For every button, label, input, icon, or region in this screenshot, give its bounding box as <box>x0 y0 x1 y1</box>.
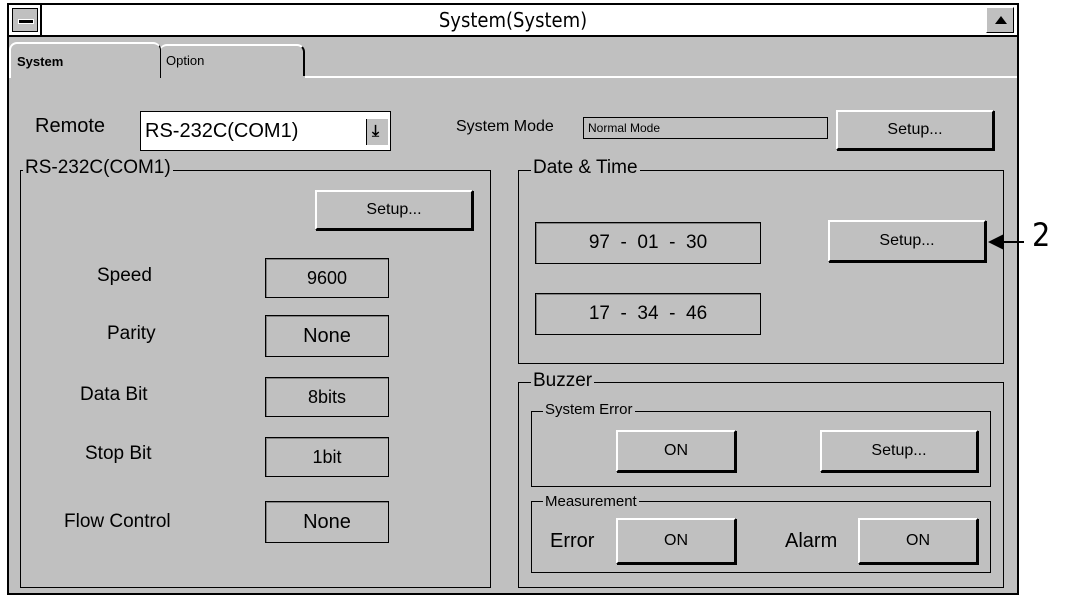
callout-arrow-icon <box>988 234 1004 250</box>
window-title: System(System) <box>438 8 588 32</box>
speed-field: 9600 <box>265 258 389 298</box>
datetime-setup-button[interactable]: Setup... <box>828 220 986 262</box>
speed-label: Speed <box>97 265 152 286</box>
measurement-title: Measurement <box>543 493 639 510</box>
system-mode-setup-button[interactable]: Setup... <box>836 110 994 150</box>
system-menu-button[interactable] <box>12 8 38 32</box>
rs232-group-title: RS-232C(COM1) <box>23 157 173 179</box>
datetime-group-title: Date & Time <box>531 157 640 179</box>
callout-label: 2 <box>1032 216 1051 254</box>
error-label: Error <box>550 530 595 552</box>
tab-option[interactable]: Option <box>159 44 305 76</box>
remote-label: Remote <box>35 115 106 137</box>
tab-strip-edge <box>305 76 1017 78</box>
margin <box>1021 0 1071 598</box>
rs232-setup-button[interactable]: Setup... <box>315 190 473 230</box>
system-error-on-button[interactable]: ON <box>616 430 736 472</box>
stop-bit-field: 1bit <box>265 437 389 477</box>
remote-dropdown-button[interactable]: ⤓ <box>366 119 388 145</box>
date-field: 97 - 01 - 30 <box>535 222 761 264</box>
parity-field: None <box>265 315 389 357</box>
system-mode-label: System Mode <box>456 118 554 135</box>
error-on-button[interactable]: ON <box>616 518 736 564</box>
alarm-on-button[interactable]: ON <box>858 518 978 564</box>
tab-system[interactable]: System <box>9 42 161 78</box>
system-error-setup-button[interactable]: Setup... <box>820 430 978 472</box>
alarm-label: Alarm <box>785 530 838 552</box>
data-bit-field: 8bits <box>265 377 389 417</box>
maximize-icon <box>995 16 1007 24</box>
system-error-title: System Error <box>543 401 635 418</box>
system-mode-field: Normal Mode <box>583 117 828 139</box>
dropdown-arrow-icon: ⤓ <box>372 123 380 140</box>
remote-select-value: RS-232C(COM1) <box>145 120 299 142</box>
maximize-button[interactable] <box>986 7 1014 33</box>
time-field: 17 - 34 - 46 <box>535 293 761 335</box>
data-bit-label: Data Bit <box>80 384 148 405</box>
buzzer-group-title: Buzzer <box>531 370 595 392</box>
stop-bit-label: Stop Bit <box>85 443 152 464</box>
parity-label: Parity <box>107 323 156 344</box>
flow-control-field: None <box>265 501 389 543</box>
flow-control-label: Flow Control <box>64 511 171 532</box>
system-menu-icon <box>18 19 34 24</box>
